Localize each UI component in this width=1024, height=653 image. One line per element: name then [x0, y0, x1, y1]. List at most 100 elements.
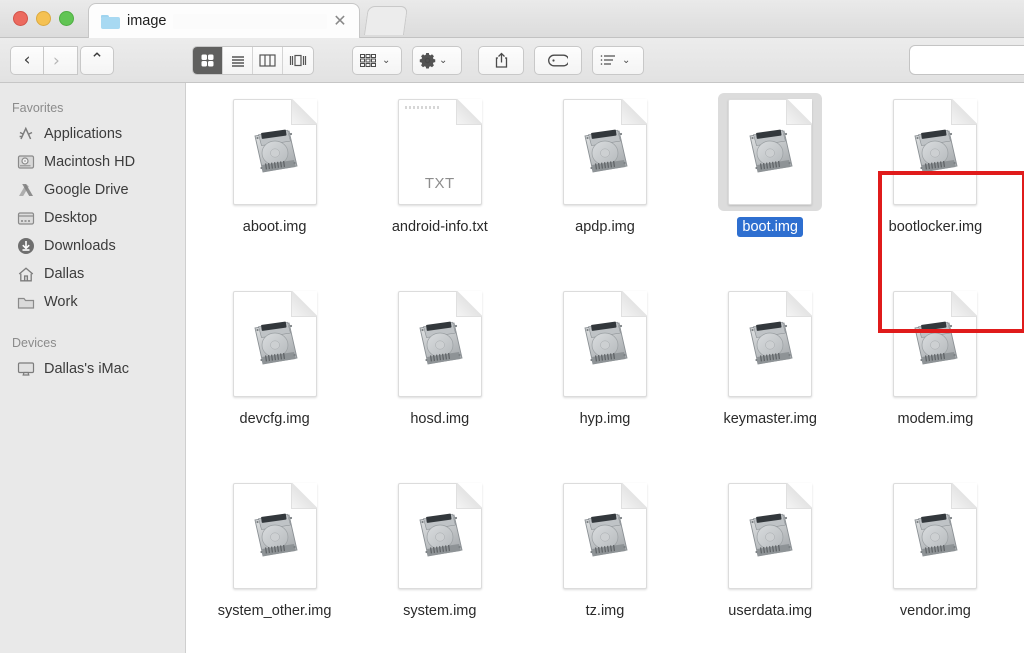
- file-icon-container[interactable]: [718, 93, 823, 211]
- file-item[interactable]: TXT android-info.txt: [357, 87, 522, 279]
- tab-image[interactable]: image ✕: [88, 3, 360, 38]
- file-item[interactable]: userdata.img: [688, 471, 853, 653]
- file-name-label[interactable]: boot.img: [737, 217, 803, 237]
- icon-view-icon: [201, 54, 214, 67]
- disk-image-icon: [232, 99, 317, 205]
- file-name-label[interactable]: tz.img: [581, 601, 630, 621]
- file-icon-container[interactable]: TXT: [388, 93, 492, 211]
- column-view-button[interactable]: [253, 47, 283, 74]
- imac-icon: [16, 360, 35, 379]
- harddrive-glyph: [254, 321, 298, 365]
- sidebar-item-label: Dallas's iMac: [44, 361, 129, 377]
- group-by-button[interactable]: ⌄: [352, 46, 402, 75]
- file-item[interactable]: keymaster.img: [688, 279, 853, 471]
- file-icon-container[interactable]: [718, 477, 822, 595]
- file-name-label[interactable]: modem.img: [893, 409, 979, 429]
- file-item[interactable]: hosd.img: [357, 279, 522, 471]
- forward-button[interactable]: ›: [44, 46, 78, 75]
- file-name-label[interactable]: vendor.img: [895, 601, 976, 621]
- page-fold-icon: [621, 100, 646, 125]
- zoom-button[interactable]: [59, 11, 74, 26]
- file-item[interactable]: system.img: [357, 471, 522, 653]
- tab-strip: image ✕: [88, 0, 1024, 38]
- sidebar-item-label: Applications: [44, 126, 123, 142]
- disk-image-icon: [728, 291, 813, 397]
- minimize-button[interactable]: [36, 11, 51, 26]
- file-item[interactable]: bootlocker.img: [853, 87, 1018, 279]
- file-item[interactable]: devcfg.img: [192, 279, 357, 471]
- list-view-button[interactable]: [223, 47, 253, 74]
- file-name-label[interactable]: bootlocker.img: [884, 217, 988, 237]
- gallery-view-button[interactable]: [283, 47, 313, 74]
- file-item[interactable]: aboot.img: [192, 87, 357, 279]
- file-icon-container[interactable]: [223, 285, 327, 403]
- tags-button[interactable]: [534, 46, 582, 75]
- file-name-label[interactable]: hyp.img: [575, 409, 636, 429]
- sidebar-item-desktop[interactable]: Desktop: [0, 204, 185, 232]
- file-name-label[interactable]: android-info.txt: [387, 217, 493, 237]
- back-button[interactable]: ‹: [10, 46, 44, 75]
- sidebar-item-downloads[interactable]: Downloads: [0, 232, 185, 260]
- page-fold-icon: [456, 484, 481, 509]
- file-icon-container[interactable]: [388, 285, 492, 403]
- harddrive-glyph: [419, 321, 463, 365]
- enclosing-folder-button[interactable]: ⌃: [80, 46, 114, 75]
- sidebar-item-label: Macintosh HD: [44, 154, 136, 170]
- page-fold-icon: [291, 100, 316, 125]
- sidebar-item-dallas[interactable]: Dallas: [0, 260, 185, 288]
- file-name-label[interactable]: keymaster.img: [718, 409, 821, 429]
- sidebar-item-dallass-imac[interactable]: Dallas's iMac: [0, 355, 185, 383]
- file-icon-container[interactable]: [883, 285, 987, 403]
- share-button[interactable]: [478, 46, 524, 75]
- file-name-label[interactable]: hosd.img: [405, 409, 474, 429]
- file-icon-container[interactable]: [718, 285, 822, 403]
- close-button[interactable]: [13, 11, 28, 26]
- page-fold-icon: [621, 484, 646, 509]
- file-name-label[interactable]: aboot.img: [238, 217, 312, 237]
- page-fold-icon: [621, 292, 646, 317]
- finder-window: image ✕ ‹ › ⌃ ⌄ ⌄ ⌄ Favorites Applicatio…: [0, 0, 1024, 653]
- file-name-label[interactable]: system.img: [398, 601, 481, 621]
- close-icon[interactable]: ✕: [331, 12, 349, 30]
- icon-view-button[interactable]: [193, 47, 223, 74]
- file-icon-container[interactable]: [223, 93, 327, 211]
- new-tab-slot[interactable]: [363, 6, 409, 35]
- disk-image-icon: [562, 291, 647, 397]
- file-icon-container[interactable]: [553, 93, 657, 211]
- file-item[interactable]: tz.img: [522, 471, 687, 653]
- sidebar-item-work[interactable]: Work: [0, 288, 185, 316]
- sidebar-header-favorites: Favorites: [12, 101, 64, 115]
- file-icon-container[interactable]: [553, 477, 657, 595]
- file-name-label[interactable]: system_other.img: [213, 601, 337, 621]
- file-item[interactable]: hyp.img: [522, 279, 687, 471]
- file-item[interactable]: modem.img: [853, 279, 1018, 471]
- file-name-label[interactable]: userdata.img: [723, 601, 817, 621]
- search-input[interactable]: [909, 45, 1024, 75]
- action-menu-button[interactable]: ⌄: [412, 46, 462, 75]
- arrange-menu-button[interactable]: ⌄: [592, 46, 644, 75]
- file-icon-container[interactable]: [553, 285, 657, 403]
- file-item[interactable]: system_other.img: [192, 471, 357, 653]
- sidebar-item-applications[interactable]: Applications: [0, 120, 185, 148]
- sidebar-item-macintosh-hd[interactable]: Macintosh HD: [0, 148, 185, 176]
- page-fold-icon: [456, 100, 481, 125]
- file-icon-container[interactable]: [223, 477, 327, 595]
- file-icon-container[interactable]: [388, 477, 492, 595]
- file-item[interactable]: apdp.img: [522, 87, 687, 279]
- file-item-selected[interactable]: boot.img: [688, 87, 853, 279]
- harddrive-glyph: [584, 321, 628, 365]
- tag-icon: [548, 54, 568, 67]
- share-icon: [495, 52, 507, 68]
- home-icon: [16, 265, 35, 284]
- sidebar-item-google-drive[interactable]: Google Drive: [0, 176, 185, 204]
- file-icon-container[interactable]: [883, 93, 987, 211]
- file-grid: aboot.img TXT android-info.txt apdp.img: [186, 83, 1024, 653]
- file-name-label[interactable]: apdp.img: [570, 217, 640, 237]
- harddrive-glyph: [254, 513, 298, 557]
- disk-image-icon: [397, 291, 482, 397]
- file-icon-container[interactable]: [883, 477, 987, 595]
- file-name-label[interactable]: devcfg.img: [235, 409, 315, 429]
- harddrive-glyph: [419, 513, 463, 557]
- file-grid-area: aboot.img TXT android-info.txt apdp.img: [186, 83, 1024, 653]
- file-item[interactable]: vendor.img: [853, 471, 1018, 653]
